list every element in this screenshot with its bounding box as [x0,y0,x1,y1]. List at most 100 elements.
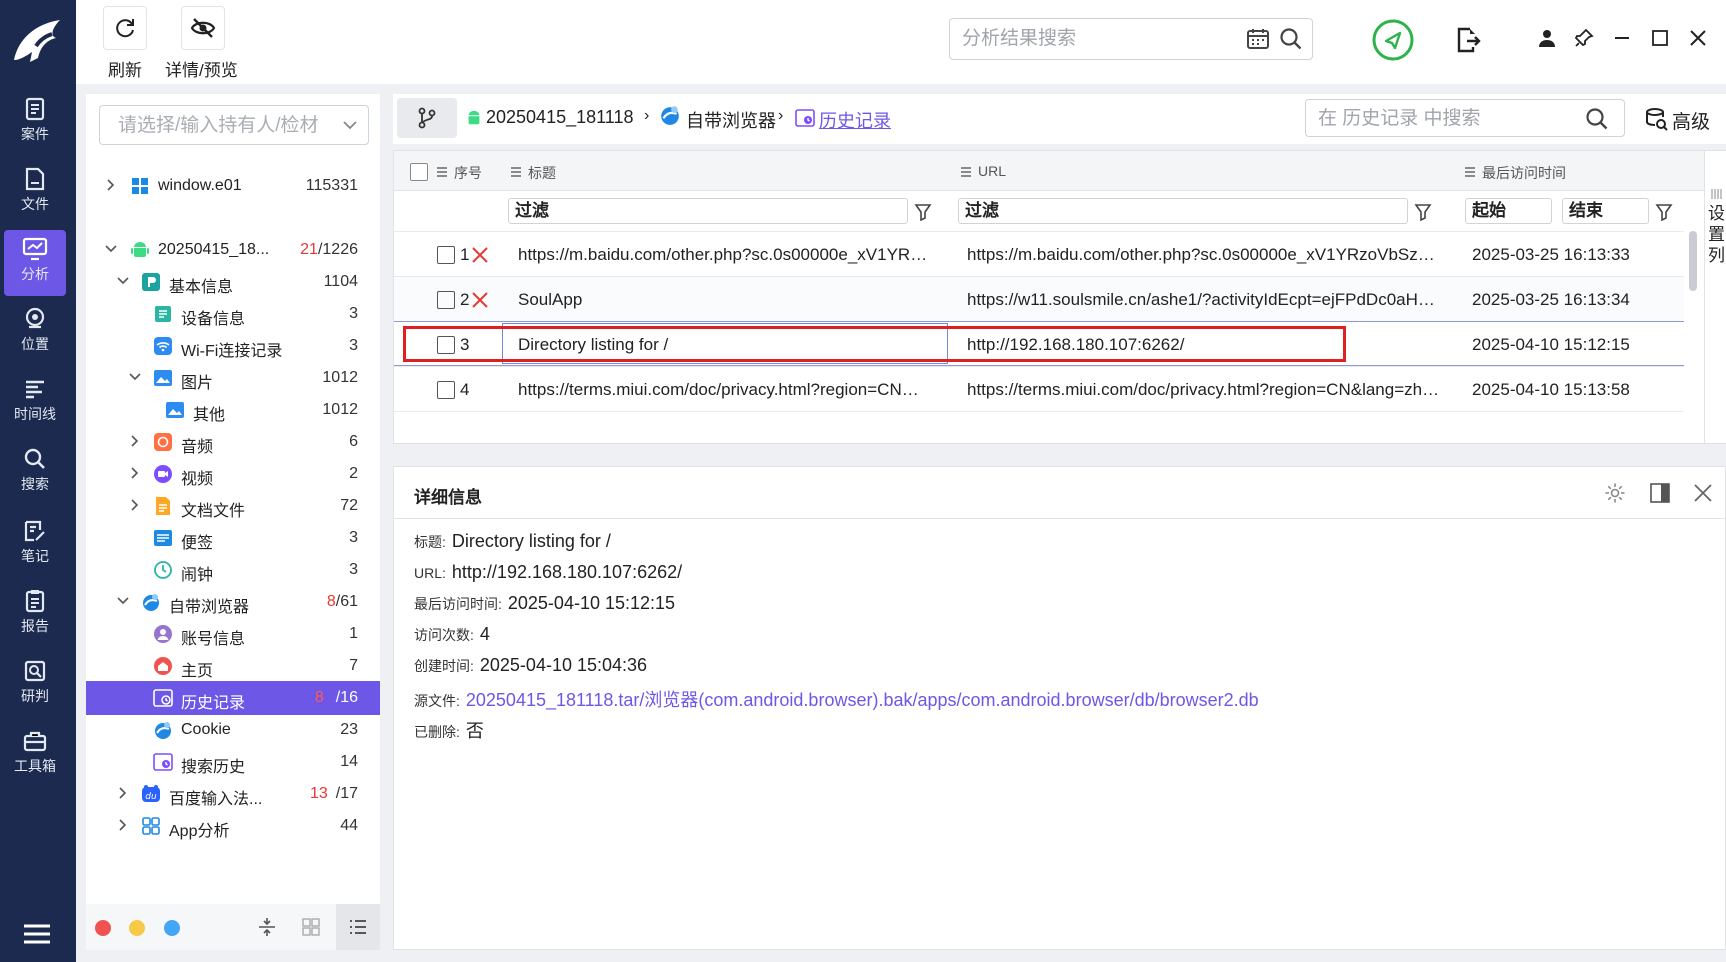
tree-node-account[interactable]: 账号信息 1 [86,617,380,651]
yellow-dot-filter[interactable] [129,920,145,936]
red-dot-filter[interactable] [95,920,111,936]
split-panel-icon[interactable] [1649,482,1671,504]
tree-node-audio[interactable]: 音频 6 [86,425,380,459]
rail-location[interactable]: 位置 [4,300,66,366]
tree-node-history[interactable]: 历史记录 8/16 [86,681,380,715]
grid-view-icon[interactable] [301,917,321,937]
breadcrumb-case[interactable]: 20250415_181118 [486,107,634,128]
tree-node-images[interactable]: 图片 1012 [86,361,380,395]
rail-toolbox[interactable]: 工具箱 [4,722,66,788]
column-menu-icon[interactable] [1464,166,1476,178]
rail-file[interactable]: 文件 [4,160,66,226]
table-row[interactable]: 4 https://terms.miui.com/doc/privacy.htm… [394,366,1684,411]
rail-analysis[interactable]: 分析 [4,230,66,296]
table-row[interactable]: 1 https://m.baidu.com/other.php?sc.0s000… [394,231,1684,276]
tree-node-window-e01[interactable]: window.e01 115331 [86,169,380,203]
chevron-right-icon[interactable] [128,434,142,448]
column-header-title[interactable]: 标题 [528,163,556,183]
tree-node-search-history[interactable]: 搜索历史 14 [86,745,380,779]
end-time-input[interactable] [1569,201,1637,221]
tree-node-android-device[interactable]: 20250415_18... 21/1226 [86,233,380,267]
tree-node-wifi[interactable]: Wi-Fi连接记录 3 [86,329,380,363]
select-all-checkbox[interactable] [410,163,428,181]
tree-node-cookie[interactable]: Cookie 23 [86,713,380,747]
chevron-down-icon[interactable] [116,594,130,608]
tree-node-label: Cookie [181,721,231,738]
close-icon[interactable] [1688,28,1708,48]
menu-icon[interactable] [20,920,54,948]
set-columns-panel[interactable]: 设置列 [1704,151,1726,443]
column-menu-icon[interactable] [436,166,448,178]
row-checkbox[interactable] [437,291,455,309]
url-filter-input[interactable] [965,201,1324,221]
analysis-search-input[interactable] [962,27,1232,51]
search-icon[interactable] [1278,26,1304,52]
chevron-down-icon[interactable] [104,242,118,256]
breadcrumb-history[interactable]: 历史记录 [819,107,891,133]
tree-node-basic-info[interactable]: 基本信息 1104 [86,265,380,299]
calendar-icon[interactable] [1246,27,1270,51]
search-icon[interactable] [1584,106,1610,132]
breadcrumb-browser[interactable]: 自带浏览器 [686,107,776,133]
rail-case[interactable]: 案件 [4,90,66,156]
chevron-right-icon[interactable] [104,178,118,192]
tree-node-memo[interactable]: 便签 3 [86,521,380,555]
holder-input[interactable] [118,114,318,138]
export-icon[interactable] [1454,26,1482,54]
column-menu-icon[interactable] [510,166,522,178]
start-time-input[interactable] [1472,201,1540,221]
chevron-right-icon[interactable] [116,786,130,800]
table-row-selected[interactable]: 3 Directory listing for / http://192.168… [394,321,1684,366]
chevron-right-icon[interactable] [128,466,142,480]
row-checkbox[interactable] [437,381,455,399]
title-filter-input[interactable] [515,201,834,221]
refresh-button[interactable] [103,6,147,50]
column-menu-icon[interactable] [960,166,972,178]
tree-node-baidu-ime[interactable]: du 百度输入法... 13/17 [86,777,380,811]
rail-search[interactable]: 搜索 [4,440,66,506]
send-circle-icon[interactable] [1371,18,1415,62]
gear-icon[interactable] [1604,482,1626,504]
holder-select[interactable] [99,105,369,145]
rail-judge[interactable]: 研判 [4,652,66,718]
column-header-index[interactable]: 序号 [454,163,482,183]
tree-node-images-other[interactable]: 其他 1012 [86,393,380,427]
rail-timeline[interactable]: 时间线 [4,370,66,436]
detail-preview-button[interactable] [181,6,225,50]
tree-node-browser[interactable]: 自带浏览器 8/61 [86,585,380,619]
list-view-button[interactable] [336,904,380,950]
filter-icon[interactable] [1414,203,1432,221]
count-rest: /16 [335,689,358,706]
chevron-down-icon[interactable] [116,274,130,288]
minimize-icon[interactable] [1612,28,1632,48]
chevron-down-icon[interactable] [128,370,142,384]
tree-node-video[interactable]: 视频 2 [86,457,380,491]
tree-node-homepage[interactable]: 主页 7 [86,649,380,683]
history-search-input[interactable] [1318,107,1568,131]
chevron-right-icon[interactable] [128,498,142,512]
tree-node-documents[interactable]: 文档文件 72 [86,489,380,523]
list-view-icon [350,920,366,934]
collapse-all-icon[interactable] [256,916,278,938]
blue-dot-filter[interactable] [164,920,180,936]
rail-notes[interactable]: 笔记 [4,512,66,578]
user-icon[interactable] [1537,28,1557,48]
tree-node-app-analysis[interactable]: App分析 44 [86,809,380,843]
close-icon[interactable] [1692,482,1714,504]
pin-icon[interactable] [1574,28,1594,48]
filter-icon[interactable] [914,203,932,221]
column-header-url[interactable]: URL [978,163,1006,179]
branch-button[interactable] [397,98,457,138]
source-file-link[interactable]: 20250415_181118.tar/浏览器(com.android.brow… [466,690,1259,710]
evidence-tree-panel: window.e01 115331 20250415_18... 21/1226… [86,94,380,950]
table-scrollbar[interactable] [1689,231,1697,291]
rail-report[interactable]: 报告 [4,582,66,648]
chevron-right-icon[interactable] [116,818,130,832]
row-checkbox[interactable] [437,246,455,264]
column-header-last-visit[interactable]: 最后访问时间 [1482,163,1566,183]
maximize-icon[interactable] [1650,28,1670,48]
table-row[interactable]: 2 SoulApp https://w11.soulsmile.cn/ashe1… [394,276,1684,321]
filter-icon[interactable] [1655,203,1673,221]
tree-node-device-info[interactable]: 设备信息 3 [86,297,380,331]
tree-node-alarm[interactable]: 闹钟 3 [86,553,380,587]
